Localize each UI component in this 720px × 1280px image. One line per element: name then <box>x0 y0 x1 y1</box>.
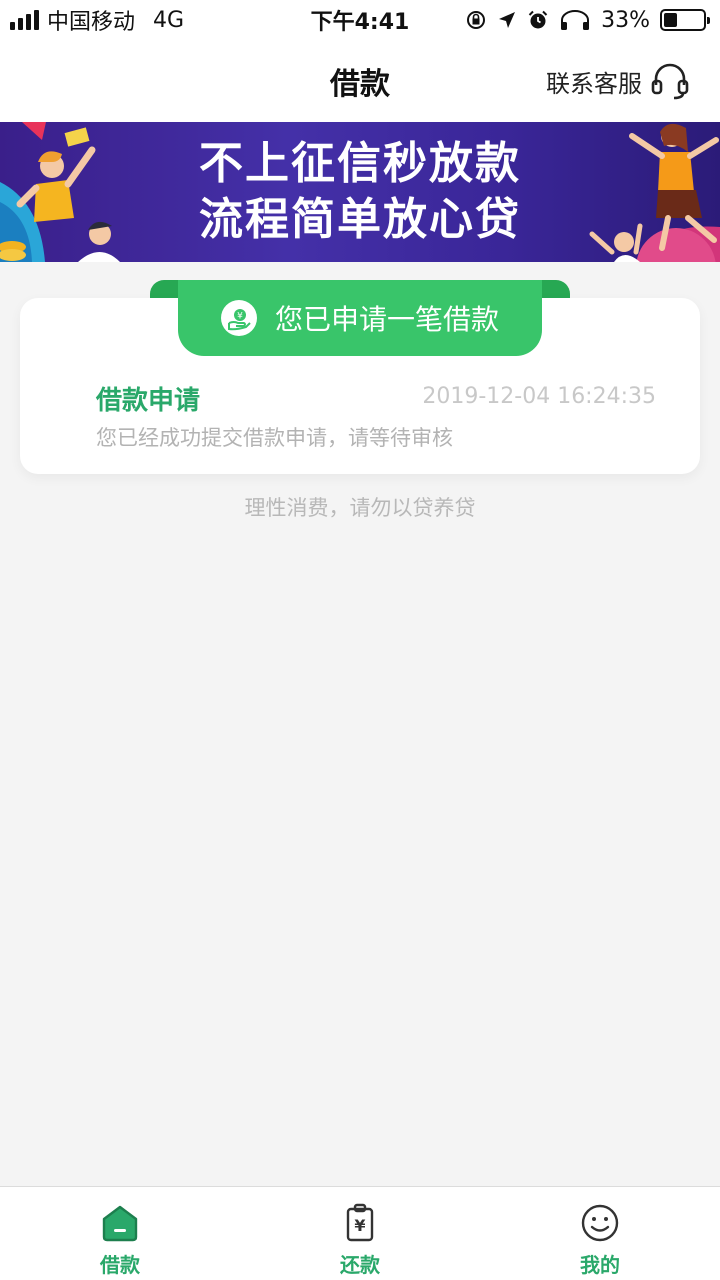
headphones-icon <box>561 10 590 30</box>
tab-mine[interactable]: 我的 <box>480 1187 720 1280</box>
status-right: 33% <box>465 0 710 40</box>
alarm-icon <box>528 10 548 29</box>
battery-level <box>664 13 677 27</box>
application-time: 2019-12-04 16:24:35 <box>422 384 656 409</box>
tab-loan[interactable]: 借款 <box>0 1187 240 1280</box>
repay-card-icon: ¥ <box>346 1203 374 1242</box>
carrier-label: 中国移动 <box>47 10 136 35</box>
smiley-icon <box>581 1204 619 1242</box>
bottom-tab-bar: 借款 ¥ 还款 我的 <box>0 1186 720 1280</box>
contact-service-button[interactable]: 联系客服 <box>546 40 690 122</box>
application-title: 借款申请 <box>96 386 201 416</box>
battery-percent: 33% <box>601 7 650 33</box>
headset-icon <box>651 63 689 100</box>
tab-mine-label: 我的 <box>580 1253 620 1277</box>
banner-line-1: 不上征信秒放款 <box>199 138 521 189</box>
svg-text:¥: ¥ <box>237 312 243 322</box>
tab-repay-label: 还款 <box>340 1253 380 1277</box>
application-description: 您已经成功提交借款申请，请等待审核 <box>96 426 453 450</box>
promo-banner[interactable]: 不上征信秒放款 流程简单放心贷 <box>0 122 720 262</box>
contact-service-label: 联系客服 <box>546 69 642 98</box>
status-badge: ¥ 您已申请一笔借款 <box>178 280 542 356</box>
status-bar: 中国移动 4G 下午4:41 33% <box>0 0 720 40</box>
banner-text: 不上征信秒放款 流程简单放心贷 <box>0 122 720 262</box>
hand-coin-icon: ¥ <box>220 300 257 336</box>
responsible-borrowing-note: 理性消费，请勿以贷养贷 <box>244 496 476 520</box>
house-icon <box>102 1205 138 1242</box>
nav-header: 借款 联系客服 <box>0 40 720 122</box>
location-arrow-icon <box>499 12 516 28</box>
signal-icon <box>10 10 39 30</box>
banner-line-2: 流程简单放心贷 <box>199 194 521 245</box>
tab-loan-label: 借款 <box>100 1253 140 1277</box>
rotation-lock-icon <box>467 11 486 29</box>
svg-text:¥: ¥ <box>354 1216 365 1235</box>
network-label: 4G <box>153 7 185 33</box>
status-left: 中国移动 4G <box>0 4 184 36</box>
battery-icon <box>660 9 710 31</box>
tab-repay[interactable]: ¥ 还款 <box>240 1187 480 1280</box>
badge-label: 您已申请一笔借款 <box>274 303 499 336</box>
